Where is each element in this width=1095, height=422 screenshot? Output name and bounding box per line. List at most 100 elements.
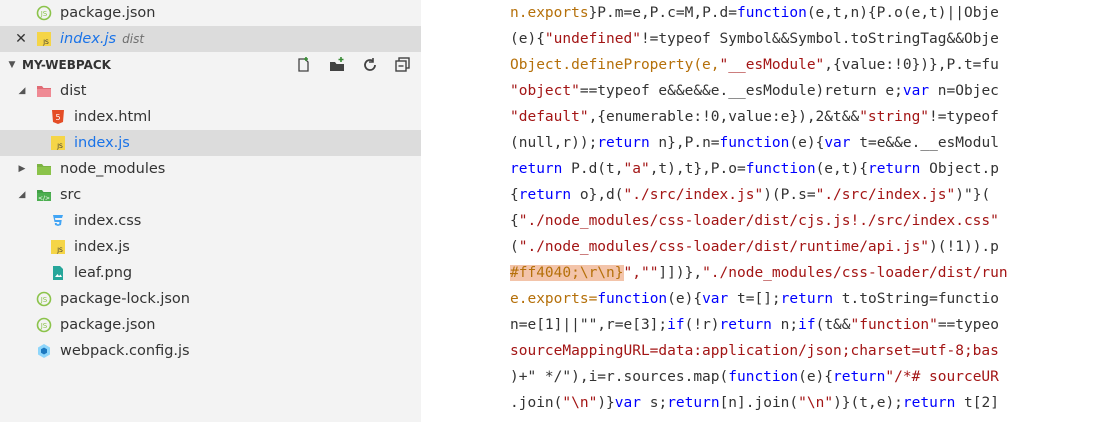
- code-line: .join("\n")}var s;return[n].join("\n")}(…: [510, 390, 999, 416]
- tree-file-index-js-dist[interactable]: JS index.js: [0, 130, 421, 156]
- open-editor-package-json[interactable]: JS package.json: [0, 0, 421, 26]
- tree-folder-src[interactable]: ◢ </> src: [0, 182, 421, 208]
- close-icon[interactable]: ✕: [14, 31, 28, 47]
- code-token: n;: [771, 317, 799, 333]
- json-file-icon: JS: [36, 317, 52, 333]
- code-token: {: [510, 213, 519, 229]
- js-file-icon: JS: [36, 31, 52, 47]
- code-token: )(P.s=: [763, 187, 816, 203]
- code-token: "undefined": [544, 31, 641, 47]
- refresh-icon[interactable]: [361, 56, 379, 74]
- code-line: "object"==typeof e&&e&&e.__esModule)retu…: [510, 78, 999, 104]
- webpack-file-icon: [36, 343, 52, 359]
- code-token: return: [833, 369, 886, 385]
- code-token: n},P.n=: [649, 135, 720, 151]
- code-token: (: [510, 239, 519, 255]
- code-token: Object.defineProperty(e,: [510, 57, 720, 73]
- tree-item-label: index.html: [74, 109, 152, 125]
- code-token: "./node_modules/css-loader/dist/cjs.js!.…: [518, 213, 999, 229]
- code-token: t=e&&e.__esModul: [850, 135, 999, 151]
- code-token: var: [902, 83, 930, 99]
- code-token: var: [614, 395, 641, 411]
- code-line: ("./node_modules/css-loader/dist/runtime…: [510, 234, 999, 260]
- code-token: e.exports=: [510, 291, 598, 307]
- tree-file-leaf-png[interactable]: leaf.png: [0, 260, 421, 286]
- chevron-down-icon: ◢: [18, 190, 26, 200]
- code-token: n=e[1]||"",r=e[3];: [510, 317, 668, 333]
- explorer-sidebar: JS package.json ✕ JS index.js dist ▼ MY-…: [0, 0, 421, 422]
- code-line: sourceMappingURL=data:application/json;c…: [510, 338, 999, 364]
- code-token: ==typeo: [937, 317, 999, 333]
- tree-item-label: webpack.config.js: [60, 343, 190, 359]
- code-token: ==typeof e&&e&&e.__esModule)return e;: [579, 83, 903, 99]
- code-token: [n].join(: [719, 395, 799, 411]
- svg-text:JS: JS: [40, 10, 48, 18]
- image-file-icon: [50, 265, 66, 281]
- code-token: (e,t){: [815, 161, 868, 177]
- html-file-icon: 5: [50, 109, 66, 125]
- code-token: function: [719, 135, 790, 151]
- code-token: sourceMappingURL=data:application/json;c…: [510, 343, 999, 359]
- code-token: (null,r));: [510, 135, 598, 151]
- json-file-icon: JS: [36, 291, 52, 307]
- tree-item-label: node_modules: [60, 161, 166, 177]
- json-file-icon: JS: [36, 5, 52, 21]
- tree-file-index-html[interactable]: 5 index.html: [0, 104, 421, 130]
- code-token: function: [728, 369, 799, 385]
- tree-item-label: package.json: [60, 317, 156, 333]
- code-token: P.d(t,: [562, 161, 624, 177]
- code-token: )"}(: [955, 187, 991, 203]
- svg-text:JS: JS: [40, 296, 48, 304]
- section-header-my-webpack[interactable]: ▼ MY-WEBPACK: [0, 52, 421, 78]
- tree-file-index-js-src[interactable]: JS index.js: [0, 234, 421, 260]
- tree-file-webpack-config-js[interactable]: webpack.config.js: [0, 338, 421, 364]
- code-token: function: [745, 161, 816, 177]
- open-editor-label: package.json: [60, 5, 156, 21]
- code-token: ","": [623, 265, 659, 281]
- tree-folder-dist[interactable]: ◢ dist: [0, 78, 421, 104]
- tree-folder-node-modules[interactable]: ▶ node_modules: [0, 156, 421, 182]
- new-file-icon[interactable]: [295, 56, 313, 74]
- code-line: n.exports}P.m=e,P.c=M,P.d=function(e,t,n…: [510, 0, 999, 26]
- open-editor-index-js[interactable]: ✕ JS index.js dist: [0, 26, 421, 52]
- code-token: ,{value:!0})},P.t=fu: [824, 57, 999, 73]
- js-file-icon: JS: [50, 135, 66, 151]
- code-token: return: [510, 161, 563, 177]
- code-token: if: [667, 317, 685, 333]
- code-line: {return o},d("./src/index.js")(P.s="./sr…: [510, 182, 990, 208]
- code-token: "default": [510, 109, 589, 125]
- tree-item-label: dist: [60, 83, 87, 99]
- new-folder-icon[interactable]: [328, 56, 346, 74]
- code-token: )}(t,e);: [833, 395, 903, 411]
- code-token: return: [719, 317, 772, 333]
- code-token: #ff4040;\r\n}: [510, 265, 624, 281]
- code-token: (e){: [789, 135, 825, 151]
- collapse-all-icon[interactable]: [394, 56, 412, 74]
- code-token: !=typeof Symbol&&Symbol.toStringTag&&Obj…: [640, 31, 999, 47]
- svg-text:</>: </>: [38, 195, 50, 202]
- code-token: "a": [623, 161, 650, 177]
- code-line: Object.defineProperty(e,"__esModule",{va…: [510, 52, 999, 78]
- tree-item-label: package-lock.json: [60, 291, 190, 307]
- chevron-down-icon: ◢: [18, 86, 26, 96]
- tree-item-label: leaf.png: [74, 265, 133, 281]
- code-token: return: [780, 291, 834, 307]
- node-folder-icon: [36, 161, 52, 177]
- code-token: n=Objec: [929, 83, 999, 99]
- tree-file-index-css[interactable]: index.css: [0, 208, 421, 234]
- tree-file-package-lock-json[interactable]: JS package-lock.json: [0, 286, 421, 312]
- code-token: }P.m=e,P.c=M,P.d=: [588, 5, 737, 21]
- code-editor[interactable]: n.exports}P.m=e,P.c=M,P.d=function(e,t,n…: [421, 0, 1095, 422]
- code-token: Object.p: [920, 161, 999, 177]
- svg-text:JS: JS: [42, 39, 49, 46]
- tree-file-package-json[interactable]: JS package.json: [0, 312, 421, 338]
- chevron-down-icon: ▼: [8, 60, 16, 70]
- code-line: {"./node_modules/css-loader/dist/cjs.js!…: [510, 208, 999, 234]
- code-token: .join(: [510, 395, 563, 411]
- code-token: function: [736, 5, 807, 21]
- code-line: "default",{enumerable:!0,value:e}),2&t&&…: [510, 104, 999, 130]
- svg-text:JS: JS: [40, 322, 48, 330]
- code-token: return: [597, 135, 650, 151]
- code-token: ]])},: [658, 265, 703, 281]
- code-token: (e,t,n){P.o(e,t)||Obje: [806, 5, 999, 21]
